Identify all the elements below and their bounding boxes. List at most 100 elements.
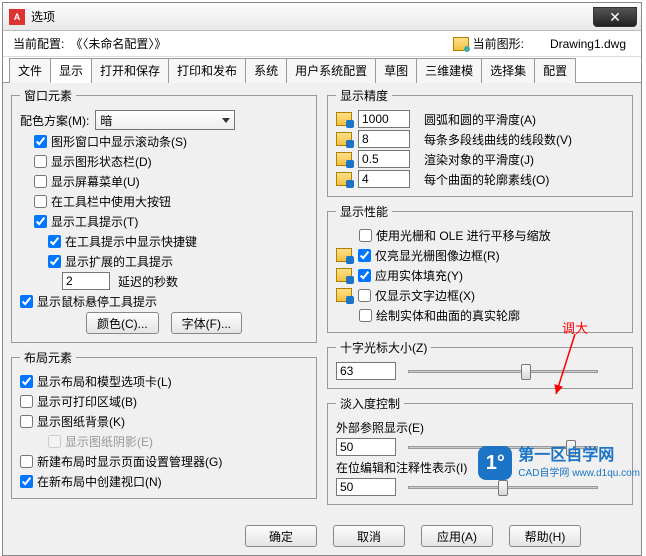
close-button[interactable]: ✕ [593,7,637,27]
color-scheme-select[interactable]: 暗 [95,110,235,130]
ok-button[interactable]: 确定 [245,525,317,547]
watermark: 1° 第一区自学网 CAD自学网 www.d1qu.com [478,446,640,480]
crosshair-size-input[interactable]: 63 [336,362,396,380]
hover-tooltip-label: 显示鼠标悬停工具提示 [37,293,157,310]
performance-icon [336,288,352,302]
display-precision-group: 显示精度 1000圆弧和圆的平滑度(A)8每条多段线曲线的线段数(V)0.5渲染… [327,87,633,197]
window-item-2-label: 显示屏幕菜单(U) [51,173,140,190]
window-item-6-checkbox[interactable] [48,255,61,268]
color-scheme-label: 配色方案(M): [20,112,89,129]
performance-2-checkbox[interactable] [358,269,371,282]
window-item-1-checkbox[interactable] [34,155,47,168]
layout-item-4-checkbox[interactable] [20,455,33,468]
precision-icon [336,112,352,126]
tab-4[interactable]: 系统 [245,58,287,83]
current-drawing-value: Drawing1.dwg [550,37,626,51]
window-elements-group: 窗口元素 配色方案(M): 暗 图形窗口中显示滚动条(S) 显示图形状态栏(D) 显… [11,87,317,343]
window-elements-legend: 窗口元素 [20,87,76,104]
window-item-4-label: 显示工具提示(T) [51,213,138,230]
layout-item-1-checkbox[interactable] [20,395,33,408]
tab-0[interactable]: 文件 [9,58,51,83]
inplace-fade-input[interactable]: 50 [336,478,396,496]
precision-2-label: 渲染对象的平滑度(J) [424,151,534,168]
display-performance-legend: 显示性能 [336,203,392,220]
hover-tooltip-checkbox[interactable] [20,295,33,308]
layout-item-4-label: 新建布局时显示页面设置管理器(G) [37,453,222,470]
precision-icon [336,172,352,186]
cancel-button[interactable]: 取消 [333,525,405,547]
layout-item-3-label: 显示图纸阴影(E) [65,433,153,450]
crosshair-size-group: 十字光标大小(Z) 63 [327,339,633,389]
display-precision-legend: 显示精度 [336,87,392,104]
tab-8[interactable]: 选择集 [481,58,535,83]
fonts-button[interactable]: 字体(F)... [171,312,242,334]
window-item-1-label: 显示图形状态栏(D) [51,153,152,170]
performance-icon [336,248,352,262]
layout-item-2-checkbox[interactable] [20,415,33,428]
precision-1-input[interactable]: 8 [358,130,410,148]
window-item-3-checkbox[interactable] [34,195,47,208]
watermark-badge-icon: 1° [478,446,512,480]
layout-elements-legend: 布局元素 [20,349,76,366]
xref-fade-input[interactable]: 50 [336,438,396,456]
layout-item-2-label: 显示图纸背景(K) [37,413,125,430]
layout-item-3-checkbox[interactable] [48,435,61,448]
window-item-6-label: 显示扩展的工具提示 [65,253,173,270]
crosshair-size-legend: 十字光标大小(Z) [336,339,431,356]
inplace-fade-slider[interactable] [408,478,598,496]
performance-0-label: 使用光栅和 OLE 进行平移与缩放 [376,227,551,244]
window-item-2-checkbox[interactable] [34,175,47,188]
tab-1[interactable]: 显示 [50,58,92,83]
tab-2[interactable]: 打开和保存 [91,58,169,83]
layout-item-5-checkbox[interactable] [20,475,33,488]
colors-button[interactable]: 颜色(C)... [86,312,159,334]
window-item-0-label: 图形窗口中显示滚动条(S) [51,133,187,150]
display-performance-group: 显示性能 使用光栅和 OLE 进行平移与缩放仅亮显光栅图像边框(R)应用实体填充… [327,203,633,333]
window-item-5-label: 在工具提示中显示快捷键 [65,233,197,250]
window-item-5-checkbox[interactable] [48,235,61,248]
current-profile-label: 当前配置: [13,35,64,52]
precision-0-input[interactable]: 1000 [358,110,410,128]
current-drawing-label: 当前图形: [473,35,524,52]
layout-elements-group: 布局元素 显示布局和模型选项卡(L) 显示可打印区域(B) 显示图纸背景(K) 显示图… [11,349,317,499]
tab-3[interactable]: 打印和发布 [168,58,246,83]
layout-item-0-checkbox[interactable] [20,375,33,388]
delay-seconds-input[interactable]: 2 [62,272,110,290]
layout-item-0-label: 显示布局和模型选项卡(L) [37,373,172,390]
precision-3-input[interactable]: 4 [358,170,410,188]
performance-icon [336,268,352,282]
tab-6[interactable]: 草图 [375,58,417,83]
precision-icon [336,132,352,146]
help-button[interactable]: 帮助(H) [509,525,581,547]
inplace-fade-label: 在位编辑和注释性表示(I) [336,459,467,476]
performance-4-label: 绘制实体和曲面的真实轮廓 [376,307,520,324]
tab-5[interactable]: 用户系统配置 [286,58,376,83]
drawing-icon [453,37,469,51]
window-item-3-label: 在工具栏中使用大按钮 [51,193,171,210]
fade-control-legend: 淡入度控制 [336,395,404,412]
crosshair-size-slider[interactable] [408,362,598,380]
window-item-4-checkbox[interactable] [34,215,47,228]
layout-item-1-label: 显示可打印区域(B) [37,393,137,410]
performance-3-label: 仅显示文字边框(X) [375,287,475,304]
performance-3-checkbox[interactable] [358,289,371,302]
window-item-0-checkbox[interactable] [34,135,47,148]
layout-item-5-label: 在新布局中创建视口(N) [37,473,162,490]
performance-1-checkbox[interactable] [358,249,371,262]
window-title: 选项 [31,8,593,25]
chevron-down-icon [222,118,230,123]
precision-2-input[interactable]: 0.5 [358,150,410,168]
performance-2-label: 应用实体填充(Y) [375,267,463,284]
titlebar: A 选项 ✕ [3,3,641,31]
apply-button[interactable]: 应用(A) [421,525,493,547]
app-logo-icon: A [9,9,25,25]
current-profile-value: 《〈未命名配置〉》 [70,35,166,52]
performance-0-checkbox[interactable] [359,229,372,242]
precision-0-label: 圆弧和圆的平滑度(A) [424,111,536,128]
precision-3-label: 每个曲面的轮廓素线(O) [424,171,549,188]
xref-fade-label: 外部参照显示(E) [336,419,424,436]
performance-4-checkbox[interactable] [359,309,372,322]
tab-7[interactable]: 三维建模 [416,58,482,83]
delay-seconds-label: 延迟的秒数 [118,273,178,290]
tab-9[interactable]: 配置 [534,58,576,83]
